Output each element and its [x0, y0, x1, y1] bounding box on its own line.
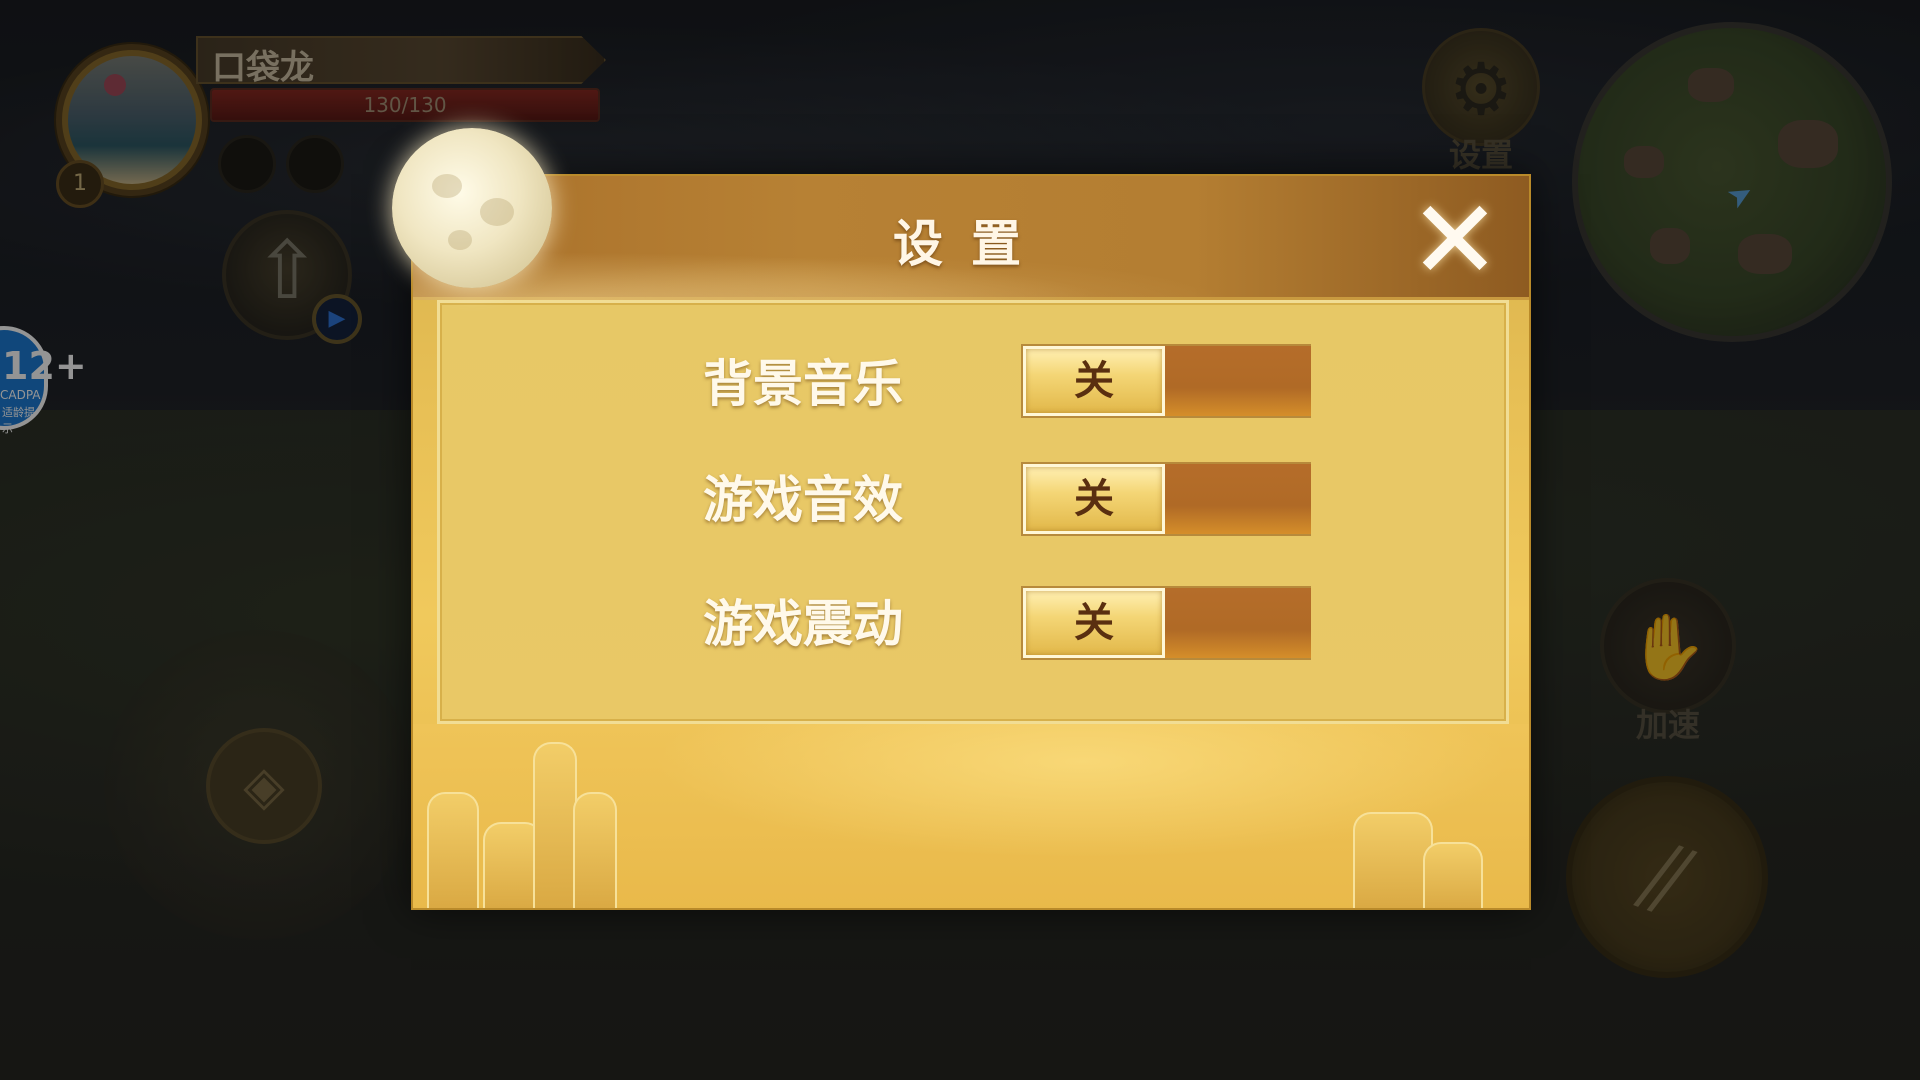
settings-dialog: 设置 ✕ 背景音乐 关 游戏音效 关 游戏震动 关 — [411, 174, 1531, 910]
dialog-header: 设置 ✕ — [413, 176, 1529, 300]
rock-pillar — [533, 742, 577, 908]
toggle-knob: 关 — [1023, 346, 1165, 416]
toggle-sfx[interactable]: 关 — [1021, 462, 1311, 536]
toggle-state-label: 关 — [1074, 358, 1114, 404]
dialog-title: 设置 — [893, 215, 1049, 273]
toggle-state-label: 关 — [1074, 600, 1114, 646]
mountain-decoration — [413, 724, 1529, 908]
setting-label-bgm: 背景音乐 — [703, 355, 903, 413]
rock-pillar — [1353, 812, 1433, 908]
toggle-knob: 关 — [1023, 464, 1165, 534]
moon-decoration — [392, 128, 552, 288]
rock-pillar — [573, 792, 617, 908]
rock-pillar — [427, 792, 479, 908]
toggle-vibration[interactable]: 关 — [1021, 586, 1311, 660]
close-button[interactable]: ✕ — [1403, 176, 1507, 304]
moon-crater — [448, 230, 472, 250]
toggle-track — [1165, 588, 1311, 658]
moon-crater — [432, 174, 462, 198]
moon-crater — [480, 198, 514, 226]
toggle-track — [1165, 464, 1311, 534]
toggle-bgm[interactable]: 关 — [1021, 344, 1311, 418]
setting-label-sfx: 游戏音效 — [703, 471, 903, 529]
setting-label-vibration: 游戏震动 — [703, 595, 903, 653]
rock-pillar — [1423, 842, 1483, 908]
toggle-state-label: 关 — [1074, 476, 1114, 522]
settings-panel — [437, 300, 1509, 724]
close-x-icon: ✕ — [1408, 176, 1502, 304]
toggle-knob: 关 — [1023, 588, 1165, 658]
toggle-track — [1165, 346, 1311, 416]
